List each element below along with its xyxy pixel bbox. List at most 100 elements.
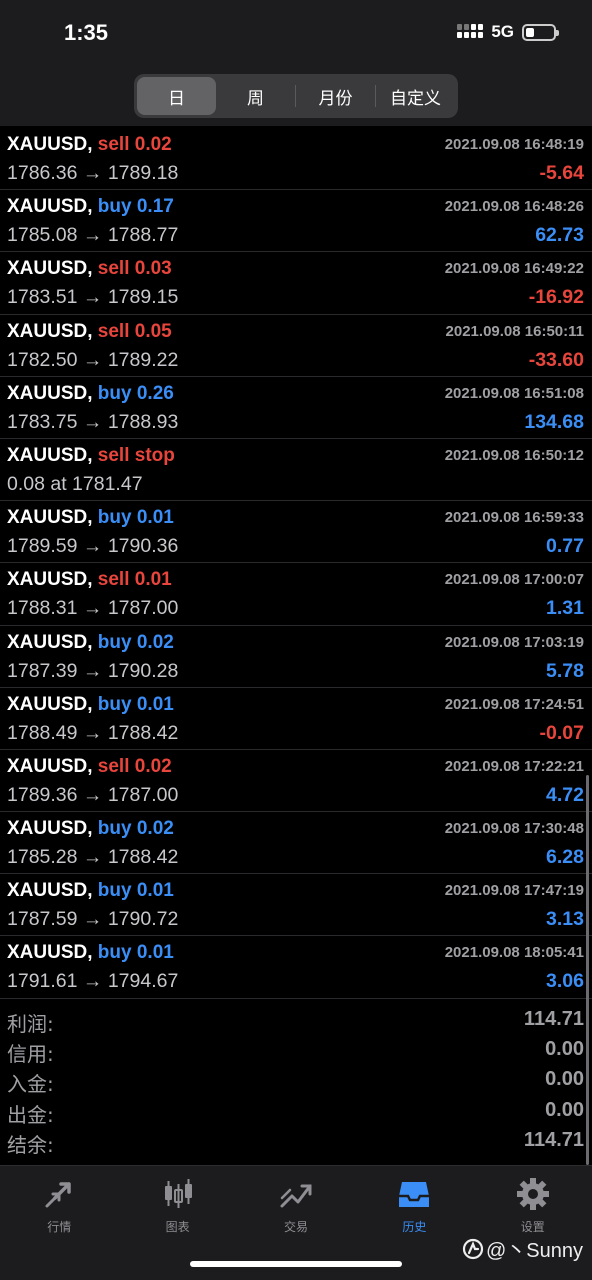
trade-symbol: XAUUSD, sell 0.02 — [7, 756, 172, 778]
trade-row[interactable]: XAUUSD, sell 0.02 2021.09.08 16:48:19 1786… — [0, 128, 592, 191]
status-bar: 1:35 5G — [0, 0, 592, 70]
symbol-label: XAUUSD, — [7, 134, 93, 155]
summary-value: 0.00 — [545, 1038, 584, 1061]
trade-time: 2021.09.08 17:22:21 — [444, 757, 584, 775]
period-segmented-control: 日周月份 自定义 — [134, 74, 458, 118]
summary-row: 结余: 114.71 — [0, 1127, 592, 1157]
quotes-arrows-icon — [45, 1182, 71, 1208]
trade-profit: 4.72 — [546, 783, 584, 806]
trade-row[interactable]: XAUUSD, buy 0.02 2021.09.08 17:30:48 1785.… — [0, 812, 592, 875]
trade-profit: 62.73 — [535, 224, 584, 247]
trade-side: buy 0.02 — [97, 818, 174, 840]
trade-symbol: XAUUSD, buy 0.02 — [7, 818, 174, 840]
trade-side: buy 0.26 — [97, 382, 174, 404]
trade-row[interactable]: XAUUSD, buy 0.02 2021.09.08 17:03:19 1787.… — [0, 626, 592, 688]
summary-value: 114.71 — [523, 1008, 584, 1030]
trade-prices: 1789.59 → 1790.36 — [7, 535, 179, 558]
candlestick-chart-icon — [164, 1179, 192, 1208]
battery-icon — [522, 23, 559, 41]
trade-symbol: XAUUSD, buy 0.01 — [7, 694, 174, 716]
trade-side: sell 0.05 — [97, 320, 172, 342]
summary-label: 出金: — [7, 1102, 54, 1127]
trade-time: 2021.09.08 16:48:26 — [444, 198, 584, 216]
symbol-label: XAUUSD, — [7, 444, 93, 466]
battery-level — [526, 27, 534, 37]
tab-0[interactable]: 行情 — [0, 1166, 118, 1280]
watermark-text: @丶Sunny — [486, 1240, 584, 1262]
trade-symbol: XAUUSD, buy 0.02 — [7, 632, 174, 654]
trade-symbol: XAUUSD, buy 0.01 — [7, 880, 174, 902]
symbol-label: XAUUSD, — [7, 320, 93, 342]
trade-row[interactable]: XAUUSD, sell 0.05 2021.09.08 16:50:11 1782… — [0, 315, 592, 377]
symbol-label: XAUUSD, — [7, 880, 93, 902]
symbol-label: XAUUSD, — [7, 755, 93, 777]
symbol-label: XAUUSD, — [7, 631, 93, 653]
summary-row: 信用: 0.00 — [0, 1036, 592, 1066]
trade-time: 2021.09.08 18:05:41 — [444, 944, 584, 962]
trade-prices: 1788.49 → 1788.42 — [7, 721, 179, 744]
tab-label: 图表 — [165, 1220, 190, 1234]
scrollbar[interactable] — [586, 775, 589, 1165]
trade-row[interactable]: XAUUSD, buy 0.17 2021.09.08 16:48:26 1785.… — [0, 190, 592, 253]
symbol-label: XAUUSD, — [7, 942, 93, 964]
trade-row[interactable]: XAUUSD, buy 0.26 2021.09.08 16:51:08 1783.… — [0, 377, 592, 439]
trade-time: 2021.09.08 16:49:22 — [444, 260, 584, 278]
tab-label: 交易 — [283, 1220, 308, 1234]
trade-prices: 1788.31 → 1787.00 — [7, 597, 179, 620]
trade-row[interactable]: XAUUSD, sell 0.03 2021.09.08 16:49:22 1783… — [0, 252, 592, 315]
trade-profit: 5.78 — [546, 659, 584, 682]
trade-time: 2021.09.08 16:50:11 — [445, 322, 584, 340]
trade-side: sell 0.01 — [97, 569, 172, 591]
trade-symbol: XAUUSD, buy 0.01 — [7, 942, 174, 964]
trade-side: buy 0.01 — [97, 942, 174, 964]
trade-prices: 1783.51 → 1789.15 — [7, 286, 179, 309]
tab-label: 行情 — [47, 1220, 72, 1234]
segment-0[interactable]: 日 — [137, 77, 216, 115]
trade-side: buy 0.01 — [97, 880, 174, 902]
trade-time: 2021.09.08 17:03:19 — [444, 633, 584, 651]
summary-value: 0.00 — [545, 1068, 584, 1091]
trade-row[interactable]: XAUUSD, buy 0.01 2021.09.08 16:59:33 1789.… — [0, 501, 592, 564]
trade-time: 2021.09.08 16:51:08 — [444, 384, 584, 402]
trade-profit: -5.64 — [539, 162, 584, 184]
summary-row: 出金: 0.00 — [0, 1097, 592, 1127]
trade-symbol: XAUUSD, sell 0.05 — [7, 321, 172, 343]
segment-3[interactable]: 自定义 — [376, 77, 455, 115]
trade-prices: 1783.75 → 1788.93 — [7, 410, 179, 433]
trade-row[interactable]: XAUUSD, sell 0.02 2021.09.08 17:22:21 1789… — [0, 750, 592, 813]
trade-side: sell 0.02 — [97, 755, 172, 777]
status-indicators: 5G — [457, 22, 559, 42]
symbol-label: XAUUSD, — [7, 196, 93, 218]
trade-symbol: XAUUSD, buy 0.17 — [7, 196, 174, 218]
trade-symbol: XAUUSD, buy 0.26 — [7, 383, 174, 405]
summary-row: 利润: 114.71 — [0, 1006, 592, 1036]
trade-side: buy 0.01 — [97, 507, 174, 529]
trade-row[interactable]: XAUUSD, sell 0.01 2021.09.08 17:00:07 1788… — [0, 563, 592, 626]
summary-label: 信用: — [7, 1042, 54, 1067]
summary-value: 114.71 — [523, 1128, 584, 1151]
symbol-label: XAUUSD, — [7, 569, 93, 591]
trade-side: sell stop — [97, 444, 175, 466]
trade-row[interactable]: XAUUSD, buy 0.01 2021.09.08 17:24:51 1788.… — [0, 688, 592, 750]
trade-profit: 3.06 — [546, 970, 584, 993]
summary-value: 0.00 — [545, 1098, 584, 1121]
tab-label: 设置 — [520, 1220, 545, 1234]
trade-prices: 1782.50 → 1789.22 — [7, 348, 179, 371]
trade-prices: 1786.36 → 1789.18 — [7, 162, 179, 184]
network-type: 5G — [491, 22, 514, 41]
trade-row[interactable]: XAUUSD, buy 0.01 2021.09.08 18:05:41 1791.… — [0, 936, 592, 999]
home-indicator[interactable] — [190, 1261, 402, 1267]
gear-icon — [516, 1178, 549, 1210]
trade-profit: 0.77 — [546, 535, 584, 558]
symbol-label: XAUUSD, — [7, 258, 93, 280]
segment-2[interactable]: 月份 — [296, 77, 375, 115]
watermark: @丶Sunny — [462, 1234, 583, 1263]
trade-side: buy 0.17 — [97, 196, 174, 218]
trade-row[interactable]: XAUUSD, sell stop 2021.09.08 16:50:12 0.08… — [0, 439, 592, 502]
trade-prices: 1787.39 → 1790.28 — [7, 659, 179, 682]
trade-time: 2021.09.08 16:50:12 — [444, 446, 584, 464]
trade-time: 2021.09.08 16:48:19 — [444, 136, 584, 153]
trade-prices: 1789.36 → 1787.00 — [7, 783, 179, 806]
segment-1[interactable]: 周 — [216, 77, 295, 115]
trade-row[interactable]: XAUUSD, buy 0.01 2021.09.08 17:47:19 1787.… — [0, 874, 592, 937]
